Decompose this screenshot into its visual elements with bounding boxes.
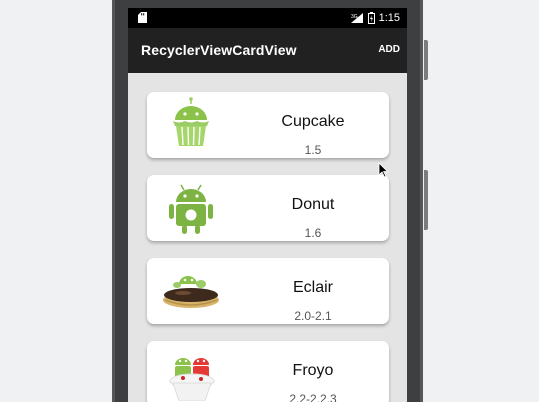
status-icons: 3G 1:15 xyxy=(350,11,400,25)
froyo-icon xyxy=(169,358,215,401)
phone-screen: 3G 1:15 RecyclerViewCardView ADD Cupcake… xyxy=(128,8,407,402)
card-name: Froyo xyxy=(292,362,334,379)
card-version: 1.6 xyxy=(304,226,322,240)
eclair-icon xyxy=(163,276,219,308)
mouse-pointer-icon xyxy=(378,162,388,178)
power-button[interactable] xyxy=(424,40,428,80)
card-version: 1.5 xyxy=(304,143,322,157)
device-edge-right xyxy=(420,0,423,402)
network-type-label: 3G xyxy=(351,14,358,20)
card-name: Cupcake xyxy=(281,113,345,130)
card-froyo[interactable]: Froyo 2.2-2.2.3 xyxy=(147,341,389,402)
sd-card-icon xyxy=(138,12,147,23)
add-button[interactable]: ADD xyxy=(378,44,400,55)
card-cupcake[interactable]: Cupcake 1.5 xyxy=(147,92,389,158)
donut-android-icon xyxy=(169,184,213,234)
card-version: 2.2-2.2.3 xyxy=(289,392,337,402)
card-name: Eclair xyxy=(292,279,333,296)
battery-icon xyxy=(367,12,375,24)
card-eclair[interactable]: Eclair 2.0-2.1 xyxy=(147,258,389,324)
card-version: 2.0-2.1 xyxy=(294,309,332,323)
signal-icon: 3G xyxy=(350,13,363,23)
card-donut[interactable]: Donut 1.6 xyxy=(147,175,389,241)
cupcake-android-icon xyxy=(173,97,209,146)
status-bar: 3G 1:15 xyxy=(128,8,407,28)
card-name: Donut xyxy=(291,196,335,213)
toolbar-title: RecyclerViewCardView xyxy=(141,42,297,58)
recycler-list[interactable]: Cupcake 1.5 Donut 1.6 Eclair 2.0-2.1 Fro… xyxy=(128,73,407,402)
device-edge-left xyxy=(112,0,115,402)
volume-button[interactable] xyxy=(424,170,428,230)
app-toolbar: RecyclerViewCardView ADD xyxy=(128,28,407,73)
status-time: 1:15 xyxy=(378,12,400,24)
